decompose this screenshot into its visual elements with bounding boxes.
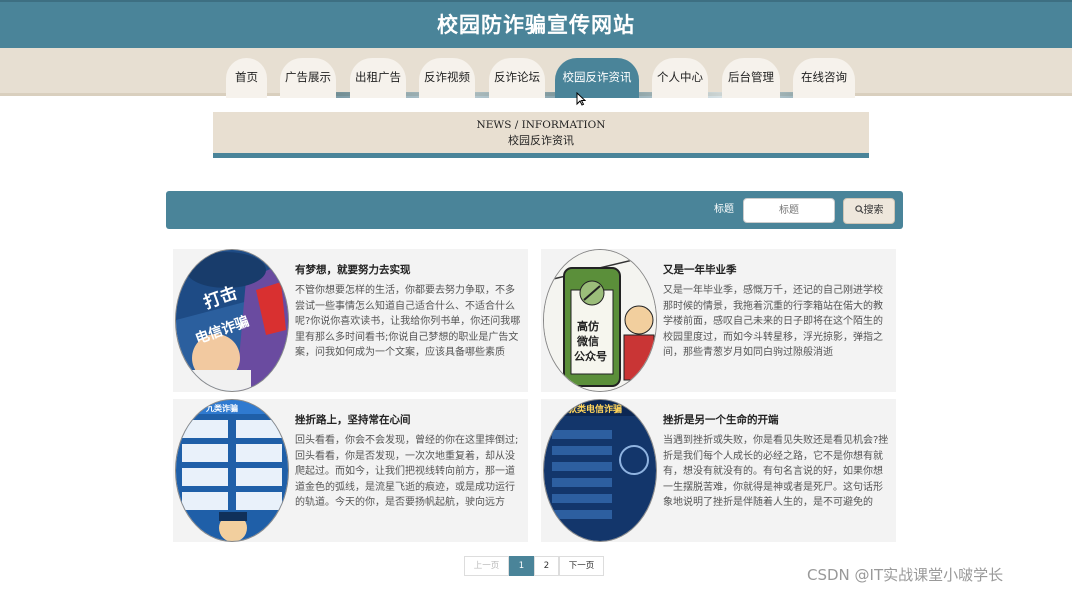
nav-tab-home[interactable]: 首页 <box>226 58 267 98</box>
article-thumbnail[interactable]: 高仿 微信 公众号 <box>543 249 657 392</box>
article-thumbnail[interactable]: 网贷款类电信诈骗 <box>543 399 657 542</box>
nav-tab-ads[interactable]: 广告展示 <box>280 58 336 98</box>
site-title: 校园防诈骗宣传网站 <box>437 13 635 37</box>
article-title[interactable]: 挫折路上，坚持常在心间 <box>295 412 411 427</box>
pagination-next[interactable]: 下一页 <box>559 556 604 576</box>
pagination-prev[interactable]: 上一页 <box>464 556 509 576</box>
thumbnail-text: 公众号 <box>574 349 607 363</box>
site-header: 校园防诈骗宣传网站 <box>0 0 1072 48</box>
article-thumbnail[interactable]: 打击 电信诈骗 <box>175 249 289 392</box>
search-bar: 标题 搜索 <box>166 191 903 229</box>
article-thumbnail[interactable]: 九类诈骗 <box>175 399 289 542</box>
article-card[interactable]: 九类诈骗 挫折路上，坚持常在心间 回头看看，你会不会发现，曾经的你在这里摔倒过;… <box>173 399 528 542</box>
nav-tab-rent-ads[interactable]: 出租广告 <box>350 58 406 98</box>
thumbnail-text: 微信 <box>576 334 599 348</box>
article-card[interactable]: 高仿 微信 公众号 又是一年毕业季 又是一年毕业季，感慨万千，还记的自己刚进学校… <box>541 249 896 392</box>
article-title[interactable]: 挫折是另一个生命的开端 <box>663 412 779 427</box>
section-banner: NEWS / INFORMATION 校园反诈资讯 <box>213 112 869 158</box>
nav-tab-videos[interactable]: 反诈视频 <box>419 58 475 98</box>
article-excerpt: 当遇到挫折或失败，你是看见失败还是看见机会?挫折是我们每个人成长的必经之路，它不… <box>663 435 889 508</box>
search-icon <box>854 205 864 214</box>
article-excerpt: 回头看看，你会不会发现，曾经的你在这里摔倒过;回头看看，你是否发现，一次次地重复… <box>295 435 519 508</box>
nav-tab-profile[interactable]: 个人中心 <box>652 58 708 98</box>
article-card[interactable]: 网贷款类电信诈骗 挫折是另一个生命的开端 当遇到挫折或失败，你是看见失败还是看见… <box>541 399 896 542</box>
mouse-cursor-icon <box>576 92 586 106</box>
thumbnail-text: 网贷款类电信诈骗 <box>550 403 622 415</box>
search-button[interactable]: 搜索 <box>843 198 895 224</box>
watermark: CSDN @IT实战课堂小啵学长 <box>807 566 1004 584</box>
pagination-page[interactable]: 2 <box>534 556 559 576</box>
article-excerpt: 不管你想要怎样的生活，你都要去努力争取，不多尝试一些事情怎么知道自己适合什么、不… <box>295 285 521 358</box>
thumbnail-text: 九类诈骗 <box>205 403 238 413</box>
search-label: 标题 <box>714 204 734 215</box>
nav-tab-consult[interactable]: 在线咨询 <box>793 58 855 98</box>
search-input[interactable] <box>743 198 835 223</box>
nav-tab-news[interactable]: 校园反诈资讯 <box>555 58 639 98</box>
nav-tab-admin[interactable]: 后台管理 <box>722 58 780 98</box>
nav-tab-forum[interactable]: 反诈论坛 <box>489 58 545 98</box>
thumbnail-text: 高仿 <box>577 319 599 333</box>
article-excerpt: 又是一年毕业季，感慨万千，还记的自己刚进学校那时候的情景，我拖着沉重的行李箱站在… <box>663 285 883 358</box>
article-card[interactable]: 打击 电信诈骗 有梦想，就要努力去实现 不管你想要怎样的生活，你都要去努力争取，… <box>173 249 528 392</box>
banner-english-title: NEWS / INFORMATION <box>476 119 606 131</box>
article-title[interactable]: 有梦想，就要努力去实现 <box>295 262 411 277</box>
search-button-label: 搜索 <box>863 205 884 216</box>
pagination-page[interactable]: 1 <box>509 556 534 576</box>
banner-chinese-title: 校园反诈资讯 <box>508 134 574 147</box>
article-title[interactable]: 又是一年毕业季 <box>663 262 737 277</box>
